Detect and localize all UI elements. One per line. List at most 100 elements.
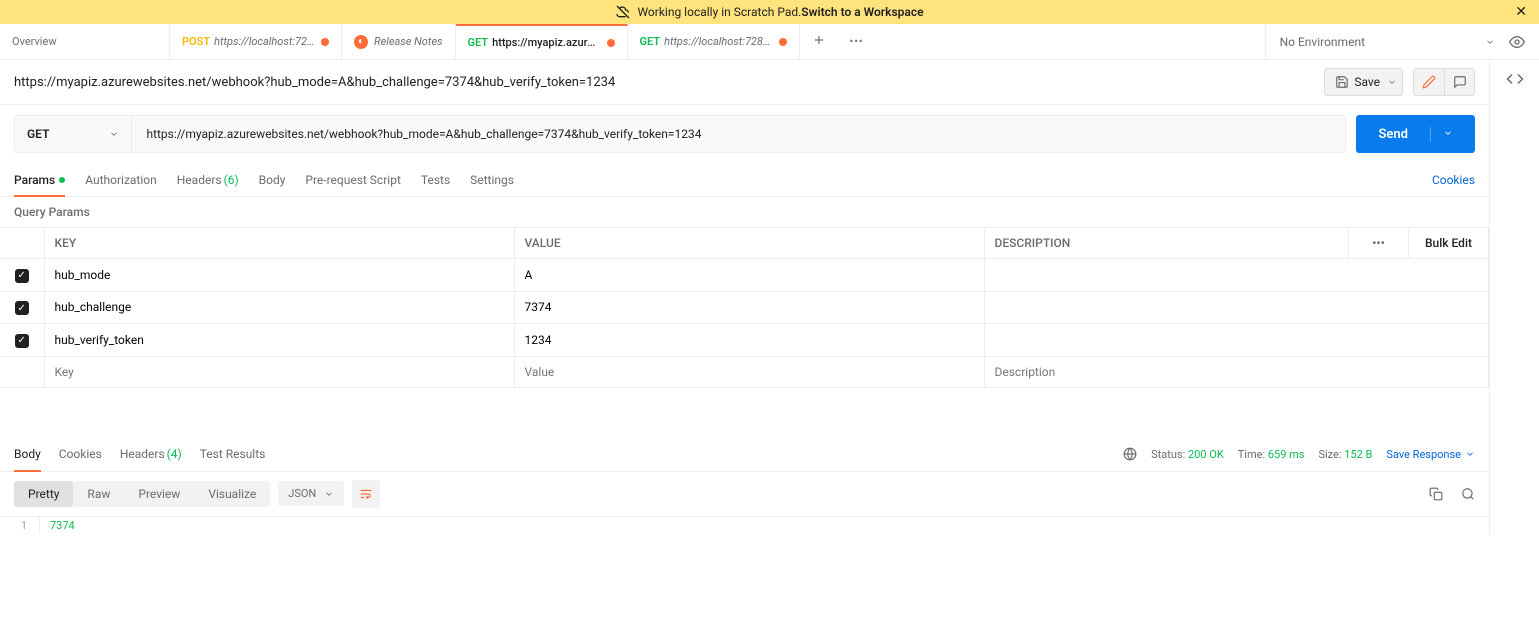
tab-label: Overview [12, 35, 57, 48]
checkbox[interactable]: ✓ [15, 334, 29, 348]
view-group: Pretty Raw Preview Visualize [14, 481, 270, 507]
send-label: Send [1378, 127, 1408, 142]
table-row-placeholder [0, 356, 1489, 387]
lang-select[interactable]: JSON [278, 481, 344, 506]
response-tabs: Body Cookies Headers (4) Test Results St… [0, 438, 1489, 472]
tab-label: Params [14, 173, 55, 187]
tab-authorization[interactable]: Authorization [85, 163, 157, 196]
unsaved-dot-icon [321, 38, 329, 46]
copy-icon[interactable] [1429, 487, 1443, 501]
search-icon[interactable] [1461, 487, 1475, 501]
col-actions[interactable]: ••• [1349, 228, 1409, 259]
status-label: Status: [1151, 448, 1185, 461]
col-value: VALUE [514, 228, 984, 259]
tab-label: Headers [177, 173, 222, 187]
desc-input[interactable] [995, 300, 1479, 314]
line-number: 1 [0, 517, 40, 534]
tab-label: Headers [120, 447, 165, 461]
lang-label: JSON [288, 487, 316, 500]
key-input[interactable] [55, 300, 504, 314]
view-visualize[interactable]: Visualize [194, 481, 270, 507]
save-icon [1335, 75, 1349, 89]
url-bar: GET Send [0, 105, 1489, 163]
chevron-down-icon [109, 129, 119, 139]
method-label: GET [27, 127, 49, 141]
send-button[interactable]: Send [1356, 115, 1475, 153]
tab-body[interactable]: Body [259, 163, 286, 196]
resp-tab-cookies[interactable]: Cookies [59, 438, 102, 471]
params-table: KEY VALUE DESCRIPTION ••• Bulk Edit ✓ ✓ … [0, 227, 1489, 388]
url-input[interactable] [132, 127, 1345, 141]
save-response-label: Save Response [1386, 448, 1461, 461]
code-content[interactable]: 7374 [40, 517, 85, 534]
tab-params[interactable]: Params [14, 163, 65, 196]
save-label: Save [1354, 75, 1380, 89]
count-badge: (6) [224, 173, 239, 187]
code-icon[interactable] [1506, 70, 1524, 88]
resp-tab-tests[interactable]: Test Results [200, 438, 266, 471]
size-label: Size: [1318, 448, 1341, 461]
tab-prerequest[interactable]: Pre-request Script [305, 163, 400, 196]
resp-tab-headers[interactable]: Headers (4) [120, 438, 182, 471]
save-dropdown[interactable] [1381, 68, 1403, 96]
key-input[interactable] [55, 365, 504, 379]
chevron-down-icon [1443, 128, 1453, 138]
table-row: ✓ [0, 259, 1489, 292]
cookies-link[interactable]: Cookies [1432, 173, 1475, 187]
tab-tests[interactable]: Tests [421, 163, 450, 196]
view-preview[interactable]: Preview [124, 481, 194, 507]
status-value: 200 OK [1188, 448, 1224, 461]
comment-button[interactable] [1444, 68, 1474, 96]
tab-overview[interactable]: Overview [0, 24, 170, 59]
save-response-button[interactable]: Save Response [1386, 448, 1475, 461]
bulk-edit-button[interactable]: Bulk Edit [1409, 228, 1489, 259]
switch-workspace-link[interactable]: Switch to a Workspace [801, 5, 923, 19]
checkbox[interactable]: ✓ [15, 301, 29, 315]
tab-post-localhost[interactable]: POST https://localhost:7280 [170, 24, 342, 59]
tab-headers[interactable]: Headers (6) [177, 163, 239, 196]
pencil-icon [1422, 75, 1436, 89]
col-description: DESCRIPTION [984, 228, 1349, 259]
view-pretty[interactable]: Pretty [14, 481, 73, 507]
col-check [0, 228, 44, 259]
value-input[interactable] [525, 300, 974, 314]
request-title: https://myapiz.azurewebsites.net/webhook… [14, 75, 1324, 90]
close-icon[interactable]: ✕ [1515, 4, 1527, 20]
desc-input[interactable] [995, 333, 1479, 347]
indicator-dot-icon [59, 177, 65, 183]
resp-tab-body[interactable]: Body [14, 438, 41, 471]
value-input[interactable] [525, 365, 974, 379]
size-value: 152 B [1344, 448, 1372, 461]
eye-icon[interactable] [1509, 34, 1525, 50]
tab-get-myapiz[interactable]: GET https://myapiz.azurewe [456, 24, 628, 59]
tab-release-notes[interactable]: ◐ Release Notes [342, 24, 456, 59]
desc-input[interactable] [995, 268, 1479, 282]
view-raw[interactable]: Raw [73, 481, 124, 507]
new-tab-button[interactable] [800, 33, 838, 50]
checkbox[interactable]: ✓ [15, 269, 29, 283]
request-tabs: Params Authorization Headers (6) Body Pr… [0, 163, 1489, 197]
comment-icon [1453, 75, 1467, 89]
method-select[interactable]: GET [15, 116, 132, 152]
tab-url: https://myapiz.azurewe [492, 36, 601, 49]
chevron-down-icon [1387, 77, 1397, 87]
tab-url: https://localhost:7280/ [664, 35, 772, 48]
globe-icon[interactable] [1123, 447, 1137, 461]
method-label: GET [468, 36, 489, 49]
value-input[interactable] [525, 333, 974, 347]
request-title-bar: https://myapiz.azurewebsites.net/webhook… [0, 60, 1489, 105]
value-input[interactable] [525, 268, 974, 282]
method-label: GET [640, 35, 661, 48]
desc-input[interactable] [995, 365, 1479, 379]
edit-button[interactable] [1414, 68, 1444, 96]
key-input[interactable] [55, 333, 504, 347]
query-params-title: Query Params [0, 197, 1489, 227]
key-input[interactable] [55, 268, 504, 282]
tab-settings[interactable]: Settings [470, 163, 514, 196]
scratch-pad-banner: Working locally in Scratch Pad. Switch t… [0, 0, 1539, 24]
tab-get-localhost[interactable]: GET https://localhost:7280/ [628, 24, 800, 59]
tabs-left: Overview POST https://localhost:7280 ◐ R… [0, 24, 1265, 59]
environment-select[interactable]: No Environment [1280, 35, 1495, 49]
wrap-button[interactable] [352, 480, 380, 508]
tab-more-button[interactable]: ••• [838, 35, 876, 48]
